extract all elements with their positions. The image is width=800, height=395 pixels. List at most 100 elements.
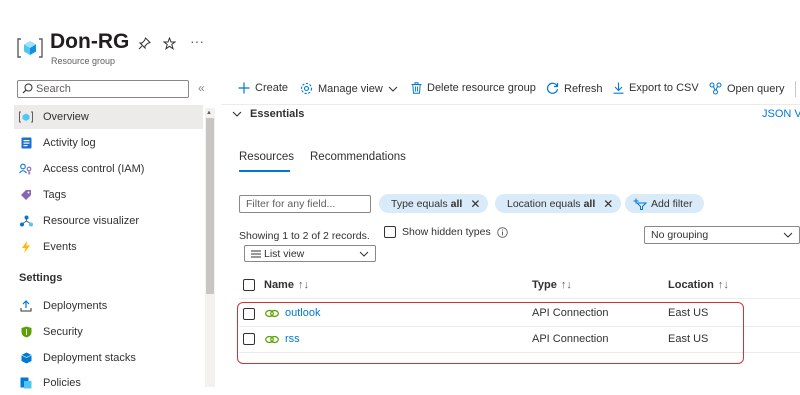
download-icon (613, 82, 624, 94)
sidebar-item-label: Security (43, 326, 83, 338)
stack-icon (19, 351, 33, 365)
tag-icon (19, 188, 33, 202)
sidebar-item-policies[interactable]: Policies (14, 371, 203, 395)
sidebar-item-label: Resource visualizer (43, 215, 139, 227)
sidebar-item-deployment-stacks[interactable]: Deployment stacks (14, 346, 203, 370)
pin-icon[interactable] (138, 37, 151, 50)
trash-icon (411, 82, 422, 94)
records-count: Showing 1 to 2 of 2 records. (239, 230, 370, 242)
show-hidden-label: Show hidden types (402, 226, 491, 238)
policy-icon (19, 376, 33, 390)
filter-input[interactable] (239, 195, 371, 213)
sidebar-item-label: Tags (43, 189, 67, 201)
delete-resource-group-button[interactable]: Delete resource group (411, 82, 536, 94)
sidebar-item-security[interactable]: Security (14, 320, 203, 344)
deployments-icon (19, 299, 33, 313)
sidebar-item-label: Deployment stacks (43, 352, 136, 364)
create-button[interactable]: Create (238, 82, 288, 94)
column-header-name[interactable]: Name ↑↓ (264, 279, 309, 291)
sidebar-item-label: Overview (43, 111, 89, 123)
gear-icon (300, 82, 313, 95)
location-filter-pill[interactable]: Location equals all ✕ (495, 194, 622, 213)
refresh-icon (547, 82, 559, 94)
location-filter-label: Location equals (507, 197, 581, 210)
export-label: Export to CSV (629, 82, 699, 94)
toolbar-separator (795, 81, 796, 97)
sidebar-item-deployments[interactable]: Deployments (14, 294, 203, 318)
remove-filter-icon[interactable]: ✕ (470, 197, 480, 211)
list-icon (251, 250, 261, 257)
search-input[interactable] (36, 81, 184, 97)
sidebar-item-tags[interactable]: Tags (14, 183, 203, 207)
tab-resources[interactable]: Resources (239, 151, 294, 163)
column-header-type[interactable]: Type ↑↓ (532, 279, 572, 291)
json-view-link[interactable]: JSON Vi (762, 108, 800, 120)
grouping-dropdown[interactable]: No grouping (644, 226, 800, 244)
location-filter-value: all (583, 197, 596, 210)
open-query-button[interactable]: Open query (709, 82, 784, 95)
chevron-down-icon (359, 251, 369, 257)
tab-recommendations[interactable]: Recommendations (310, 151, 406, 163)
remove-filter-icon[interactable]: ✕ (603, 197, 613, 211)
checkbox[interactable] (384, 226, 396, 238)
lightning-icon (19, 240, 33, 254)
table-header-divider (239, 298, 800, 299)
collapse-sidebar-button[interactable]: « (198, 81, 205, 95)
visualizer-icon (19, 214, 33, 228)
scroll-up-arrow-icon[interactable]: ▲ (206, 110, 212, 116)
refresh-label: Refresh (564, 82, 603, 95)
export-csv-button[interactable]: Export to CSV (613, 82, 699, 94)
iam-icon (19, 162, 33, 176)
more-button[interactable]: ··· (190, 33, 204, 49)
add-filter-icon (633, 198, 647, 210)
sidebar-item-events[interactable]: Events (14, 235, 203, 259)
page-title: Don-RG (50, 30, 130, 53)
sidebar-item-iam[interactable]: Access control (IAM) (14, 157, 203, 181)
type-filter-label: Type equals (391, 197, 448, 210)
shield-icon (19, 325, 33, 339)
toolbar-divider (221, 104, 800, 105)
chevron-down-icon (232, 111, 242, 117)
essentials-toggle[interactable]: Essentials (232, 108, 304, 120)
show-hidden-types-checkbox[interactable]: Show hidden types (384, 226, 508, 238)
chevron-down-icon (783, 232, 793, 238)
sidebar-item-resource-visualizer[interactable]: Resource visualizer (14, 209, 203, 233)
view-dropdown-value: List view (264, 247, 305, 260)
refresh-button[interactable]: Refresh (546, 82, 603, 95)
create-label: Create (255, 82, 289, 94)
select-all-checkbox[interactable] (243, 279, 255, 291)
info-icon[interactable] (496, 226, 508, 238)
column-header-location[interactable]: Location ↑↓ (668, 279, 729, 291)
star-icon[interactable] (163, 37, 176, 50)
sort-icon: ↑↓ (560, 279, 572, 291)
open-query-label: Open query (727, 82, 785, 95)
chevron-down-icon (388, 86, 398, 92)
add-filter-button[interactable]: Add filter (625, 194, 705, 213)
grouping-value: No grouping (651, 229, 709, 241)
resource-group-icon (17, 38, 43, 58)
sidebar-item-activity-log[interactable]: Activity log (14, 131, 203, 155)
sidebar-item-label: Events (43, 241, 77, 253)
type-filter-pill[interactable]: Type equals all ✕ (379, 194, 489, 213)
sidebar-search[interactable] (17, 80, 189, 98)
sidebar-item-overview[interactable]: Overview (14, 105, 203, 129)
highlight-annotation (237, 302, 744, 364)
sidebar-item-label: Policies (43, 377, 81, 389)
query-icon (709, 82, 722, 95)
sidebar-scrollbar-thumb[interactable] (206, 118, 214, 294)
sidebar-item-label: Deployments (43, 300, 108, 312)
settings-heading: Settings (19, 272, 63, 284)
delete-label: Delete resource group (427, 82, 536, 94)
view-dropdown[interactable]: List view (244, 245, 376, 262)
essentials-label: Essentials (250, 108, 305, 120)
plus-icon (238, 82, 250, 94)
type-filter-value: all (450, 197, 463, 210)
sort-icon: ↑↓ (297, 279, 309, 291)
sidebar-item-label: Access control (IAM) (43, 163, 145, 175)
active-tab-indicator (239, 170, 290, 172)
activity-log-icon (19, 136, 33, 150)
search-icon (22, 83, 33, 94)
sidebar-item-label: Activity log (43, 137, 96, 149)
manage-view-button[interactable]: Manage view (300, 82, 403, 95)
add-filter-label: Add filter (651, 197, 693, 210)
